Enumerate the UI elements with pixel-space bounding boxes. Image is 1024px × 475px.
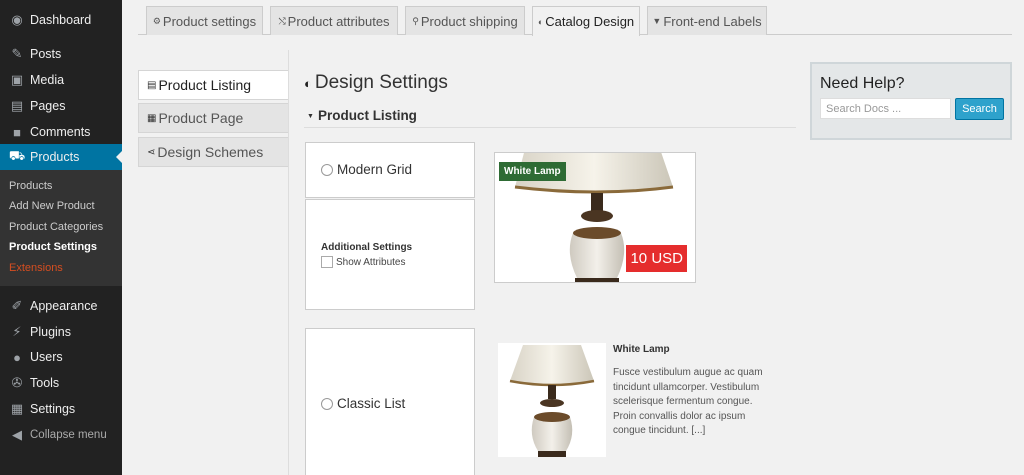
menu-plugins[interactable]: ⚡ Plugins — [0, 319, 122, 345]
help-title: Need Help? — [820, 75, 905, 92]
menu-pages[interactable]: ▤ Pages — [0, 93, 122, 119]
products-submenu: Products Add New Product Product Categor… — [0, 170, 122, 286]
price-badge: 10 USD — [626, 245, 687, 272]
menu-label: Plugins — [30, 325, 71, 339]
palette-icon: ◐ — [537, 16, 544, 27]
subtab-product-listing[interactable]: ▤ Product Listing — [138, 70, 289, 100]
comment-icon: ■ — [13, 124, 21, 140]
cart-icon: ⛟ — [8, 148, 26, 163]
tab-label: Product settings — [162, 13, 257, 29]
menu-appearance[interactable]: ✐ Appearance — [0, 293, 122, 319]
user-icon: ● — [13, 349, 21, 365]
settings-tab-bar: ⚙ Product settings ⤭ Product attributes … — [138, 0, 1012, 36]
tab-catalog-design[interactable]: ◐ Catalog Design — [532, 6, 640, 36]
tab-product-settings[interactable]: ⚙ Product settings — [146, 6, 263, 35]
show-attributes-label: Show Attributes — [336, 256, 406, 268]
submenu-product-settings[interactable]: Product Settings — [9, 241, 97, 253]
product-name-label: White Lamp — [499, 162, 566, 181]
menu-label: Pages — [30, 99, 66, 113]
menu-label: Tools — [30, 376, 60, 390]
lamp-image — [509, 345, 595, 457]
pushpin-icon: ✎ — [11, 46, 23, 61]
page-icon: ▦ — [147, 112, 157, 124]
classic-list-radio[interactable]: Classic List — [321, 396, 405, 411]
list-product-description: Fusce vestibulum augue ac quam tincidunt… — [613, 367, 763, 436]
section-header-product-listing[interactable]: ▼ Product Listing — [304, 108, 796, 128]
menu-dashboard[interactable]: ◉ Dashboard — [0, 7, 122, 33]
show-attributes-checkbox[interactable] — [321, 256, 333, 268]
active-indicator — [116, 151, 122, 163]
lamp-thumbnail — [498, 343, 606, 457]
menu-posts[interactable]: ✎ Posts — [0, 41, 122, 67]
collapse-label: Collapse menu — [30, 429, 107, 441]
plug-icon: ⚡ — [12, 324, 22, 339]
menu-label: Users — [30, 350, 63, 364]
tab-label: Front-end Labels — [663, 13, 762, 29]
menu-label: Posts — [30, 47, 62, 61]
page-title: ◐ Design Settings — [304, 72, 448, 94]
modern-grid-label: Modern Grid — [337, 162, 413, 177]
menu-label: Appearance — [30, 299, 98, 313]
modern-grid-radio[interactable]: Modern Grid — [321, 162, 412, 177]
submenu-products[interactable]: Products — [9, 180, 52, 192]
classic-list-label: Classic List — [337, 396, 406, 411]
additional-settings-box — [305, 199, 475, 310]
palette-icon: ◐ — [304, 75, 312, 91]
page-title-text: Design Settings — [314, 72, 448, 93]
divider — [288, 50, 289, 475]
show-attributes-row[interactable]: Show Attributes — [321, 256, 405, 268]
tab-label: Product attributes — [287, 13, 390, 29]
menu-label: Dashboard — [30, 13, 92, 27]
menu-settings[interactable]: ▦ Settings — [0, 396, 122, 422]
menu-label: Products — [30, 150, 80, 164]
tab-product-shipping[interactable]: ⚲ Product shipping — [405, 6, 525, 35]
subtab-label: Product Page — [158, 110, 244, 126]
location-pin-icon: ⚲ — [412, 15, 419, 26]
list-icon: ▤ — [147, 79, 157, 91]
gear-icon: ⚙ — [152, 15, 161, 26]
radio-circle[interactable] — [321, 397, 333, 410]
shuffle-icon: ⤭ — [278, 15, 286, 26]
menu-users[interactable]: ● Users — [0, 344, 122, 370]
submenu-add-new-product[interactable]: Add New Product — [9, 200, 95, 212]
help-box: Need Help? Search — [810, 62, 1012, 140]
menu-tools[interactable]: ✇ Tools — [0, 370, 122, 396]
submenu-extensions[interactable]: Extensions — [9, 262, 63, 274]
search-button[interactable]: Search — [955, 98, 1004, 120]
additional-settings-label: Additional Settings — [321, 242, 413, 253]
radio-circle[interactable] — [321, 163, 333, 176]
admin-sidebar: ◉ Dashboard ✎ Posts ▣ Media ▤ Pages ■ Co… — [0, 0, 122, 475]
subtab-design-schemes[interactable]: ⋖ Design Schemes — [138, 137, 289, 167]
settings-icon: ▦ — [10, 401, 24, 416]
wrench-icon: ✇ — [11, 375, 23, 390]
brush-icon: ✐ — [11, 298, 23, 313]
chat-bubble-icon: ▼ — [652, 16, 662, 26]
subtab-product-page[interactable]: ▦ Product Page — [138, 103, 289, 133]
subtab-label: Design Schemes — [157, 144, 264, 160]
tab-label: Product shipping — [420, 13, 518, 29]
menu-products[interactable]: ⛟ Products — [0, 144, 122, 170]
section-title: Product Listing — [317, 108, 417, 123]
tab-product-attributes[interactable]: ⤭ Product attributes — [270, 6, 398, 35]
pages-icon: ▤ — [10, 98, 24, 113]
tab-front-end-labels[interactable]: ▼ Front-end Labels — [647, 6, 767, 35]
collapse-menu-button[interactable]: ◀ Collapse menu — [0, 422, 122, 448]
menu-label: Comments — [30, 125, 91, 139]
search-docs-input[interactable] — [820, 98, 951, 119]
submenu-product-categories[interactable]: Product Categories — [9, 221, 103, 233]
menu-comments[interactable]: ■ Comments — [0, 119, 122, 145]
menu-label: Settings — [30, 402, 76, 416]
menu-media[interactable]: ▣ Media — [0, 67, 122, 93]
list-product-name: White Lamp — [613, 344, 670, 355]
dashboard-icon: ◉ — [11, 12, 23, 27]
subtab-label: Product Listing — [158, 77, 252, 93]
collapse-arrow-icon: ◀ — [12, 427, 22, 442]
share-icon: ⋖ — [147, 146, 156, 158]
modern-grid-preview: White Lamp 10 USD — [494, 152, 696, 283]
tab-label: Catalog Design — [545, 14, 635, 29]
menu-label: Media — [30, 73, 65, 87]
media-icon: ▣ — [10, 72, 24, 87]
triangle-down-icon: ▼ — [307, 113, 314, 120]
